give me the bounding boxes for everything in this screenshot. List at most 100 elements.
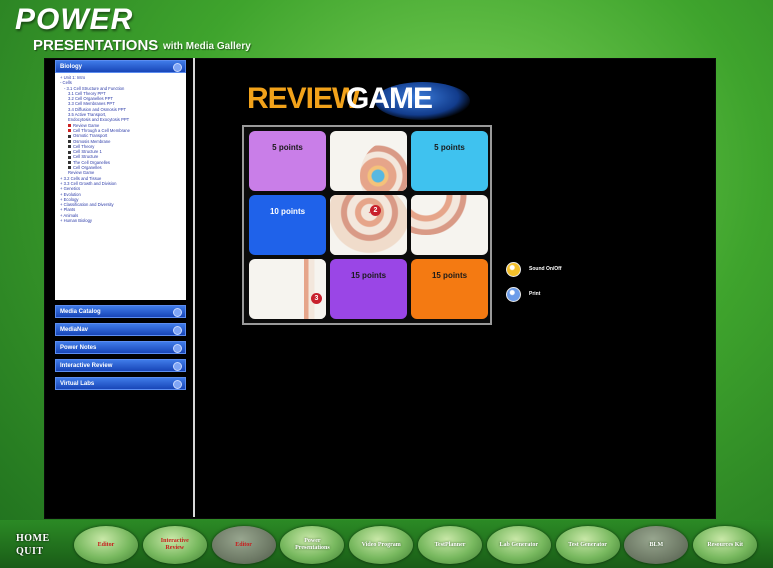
tree-item-label: + Classification and Diversity [60, 202, 114, 208]
game-tile[interactable]: 15 points [330, 259, 407, 319]
tile-points-label: 5 points [272, 143, 303, 152]
nav-button-testplanner[interactable]: TestPlanner [418, 526, 482, 564]
tree-item-label: Review Game [73, 122, 100, 128]
expand-icon[interactable] [173, 362, 182, 371]
home-quit-group: HOME QUIT [16, 532, 60, 558]
content-tree: + Unit 1: Intro - Cells - 3.1 Cell Structu… [55, 73, 186, 300]
home-button[interactable]: HOME [16, 532, 60, 545]
tree-bullet-icon [68, 129, 71, 133]
app-header: POWER PRESENTATIONS with Media Gallery [0, 0, 773, 58]
expand-icon[interactable] [173, 380, 182, 389]
game-tile-revealed[interactable] [330, 195, 407, 255]
tree-item-label: Endocytosis and Exocytosis PPT [68, 117, 130, 123]
tree-item-label: - Cells [60, 80, 72, 86]
tile-number-marker: 3 [311, 293, 322, 304]
expand-icon[interactable] [173, 344, 182, 353]
sidebar-section-interactive-review[interactable]: Interactive Review [55, 359, 186, 372]
nav-button-editor[interactable]: Editor [74, 526, 138, 564]
nav-button-editor[interactable]: Editor [211, 526, 276, 564]
tree-item-label: Osmosis Membrane [73, 138, 111, 144]
tree-item-label: 3.3 Cell Membranes PPT [68, 101, 115, 107]
control-label: Sound On/Off [529, 266, 562, 272]
game-tile[interactable]: 5 points [411, 131, 488, 191]
tree-item-label: + Unit 1: Intro [60, 75, 86, 80]
tree-item-label: 3.4 Diffusion and Osmosis PPT [68, 106, 127, 112]
nav-button-lab-generator[interactable]: Lab Generator [486, 526, 551, 564]
tile-points-label: 5 points [434, 143, 465, 152]
nav-button-label: Power Presentations [295, 538, 330, 551]
tree-bullet-icon [68, 150, 71, 154]
collapse-icon[interactable] [173, 63, 182, 72]
tree-item-label: - 3.1 Cell Structure and Function [64, 85, 125, 91]
expand-icon[interactable] [173, 326, 182, 335]
game-tile[interactable]: 10 points [249, 195, 326, 255]
nav-button-label: Interactive Review [160, 538, 189, 551]
cell-illustration [411, 195, 471, 235]
tree-bullet-icon [68, 161, 71, 165]
tree-item-label: 3.2 Cell Organelles PPT [68, 96, 113, 102]
nav-button-label: Editor [97, 541, 115, 548]
sidebar-section-virtual-labs[interactable]: Virtual Labs [55, 377, 186, 390]
game-tile-revealed[interactable] [330, 131, 407, 191]
tree-item-label: + Animals [60, 212, 79, 218]
sidebar-section-label: Media Catalog [60, 309, 101, 315]
tree-bullet-icon [68, 145, 71, 149]
cell-illustration [304, 259, 326, 319]
sidebar: Biology + Unit 1: Intro - Cells - 3.1 Cell… [55, 60, 186, 517]
expand-icon[interactable] [173, 308, 182, 317]
tree-item[interactable]: + Human Biology [58, 218, 183, 223]
nav-button-test-generator[interactable]: Test Generator [555, 526, 620, 564]
panel-divider[interactable] [193, 58, 195, 517]
nav-button-interactive-review[interactable]: Interactive Review [142, 526, 207, 564]
sidebar-section-power-notes[interactable]: Power Notes [55, 341, 186, 354]
tree-bullet-icon [68, 139, 71, 143]
tree-panel-header[interactable]: Biology [55, 60, 186, 73]
nav-button-blm[interactable]: BLM [624, 526, 689, 564]
review-game-logo: REVIEW GAME [245, 78, 475, 120]
cell-illustration [330, 195, 407, 255]
tree-panel-title: Biology [60, 64, 82, 70]
game-tile-revealed[interactable] [411, 195, 488, 255]
tree-item-label: Cell Structure [73, 154, 99, 160]
nav-button-label: Editor [235, 541, 252, 548]
nav-button-label: Test Generator [568, 541, 607, 548]
nav-button-video-program[interactable]: Video Program [349, 526, 414, 564]
tree-item-label: + Plants [60, 207, 76, 213]
tree-item-label: The Cell Organelles [73, 159, 111, 165]
nav-button-label: Resources Kit [707, 541, 744, 548]
app-tagline: with Media Gallery [163, 41, 251, 52]
tree-bullet-icon [68, 134, 71, 138]
sound-button[interactable]: Sound On/Off [506, 261, 562, 277]
tree-bullet-icon [68, 124, 71, 128]
nav-button-label: Lab Generator [499, 541, 539, 548]
tree-item-label: Osmotic Transport [73, 133, 108, 139]
tile-points-label: 15 points [431, 271, 468, 280]
sidebar-section-medianav[interactable]: MediaNav [55, 323, 186, 336]
game-tile-revealed[interactable] [249, 259, 326, 319]
control-label: Print [529, 291, 541, 297]
tile-points-label: 10 points [269, 207, 306, 216]
print-icon [506, 286, 521, 302]
nav-button-label: Video Program [361, 541, 401, 548]
sidebar-section-label: Interactive Review [60, 363, 113, 369]
game-tile[interactable]: 15 points [411, 259, 488, 319]
tree-bullet-icon [68, 166, 71, 170]
quit-button[interactable]: QUIT [16, 545, 60, 558]
nav-button-label: BLM [649, 541, 664, 548]
nav-button-resources-kit[interactable]: Resources Kit [693, 526, 758, 564]
sidebar-section-media-catalog[interactable]: Media Catalog [55, 305, 186, 318]
print-button[interactable]: Print [506, 286, 541, 302]
tree-item-label: 3.1 Cell Theory PPT [68, 90, 106, 96]
tree-item-label: + 3.3 Cell Growth and Division [60, 180, 117, 186]
sound-icon [506, 261, 521, 277]
tree-item-label: + Genetics [60, 186, 81, 192]
tile-number-marker: 2 [370, 205, 381, 216]
tree-item-label: + Ecology [60, 196, 79, 202]
logo-game-text: GAME [346, 82, 433, 115]
tile-points-label: 15 points [350, 271, 387, 280]
sidebar-section-label: Power Notes [60, 345, 97, 351]
cell-illustration [360, 141, 407, 191]
game-tile[interactable]: 5 points [249, 131, 326, 191]
sidebar-section-label: Virtual Labs [60, 381, 95, 387]
nav-button-power-presentations[interactable]: Power Presentations [280, 526, 345, 564]
